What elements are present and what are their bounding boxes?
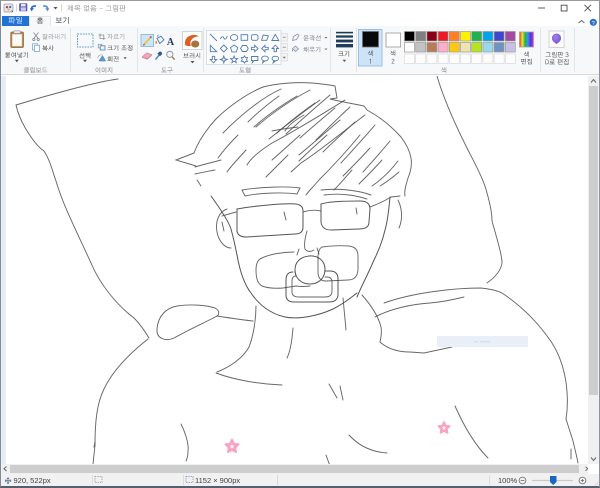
svg-text:•• •••••: •• ••••• <box>474 340 490 346</box>
